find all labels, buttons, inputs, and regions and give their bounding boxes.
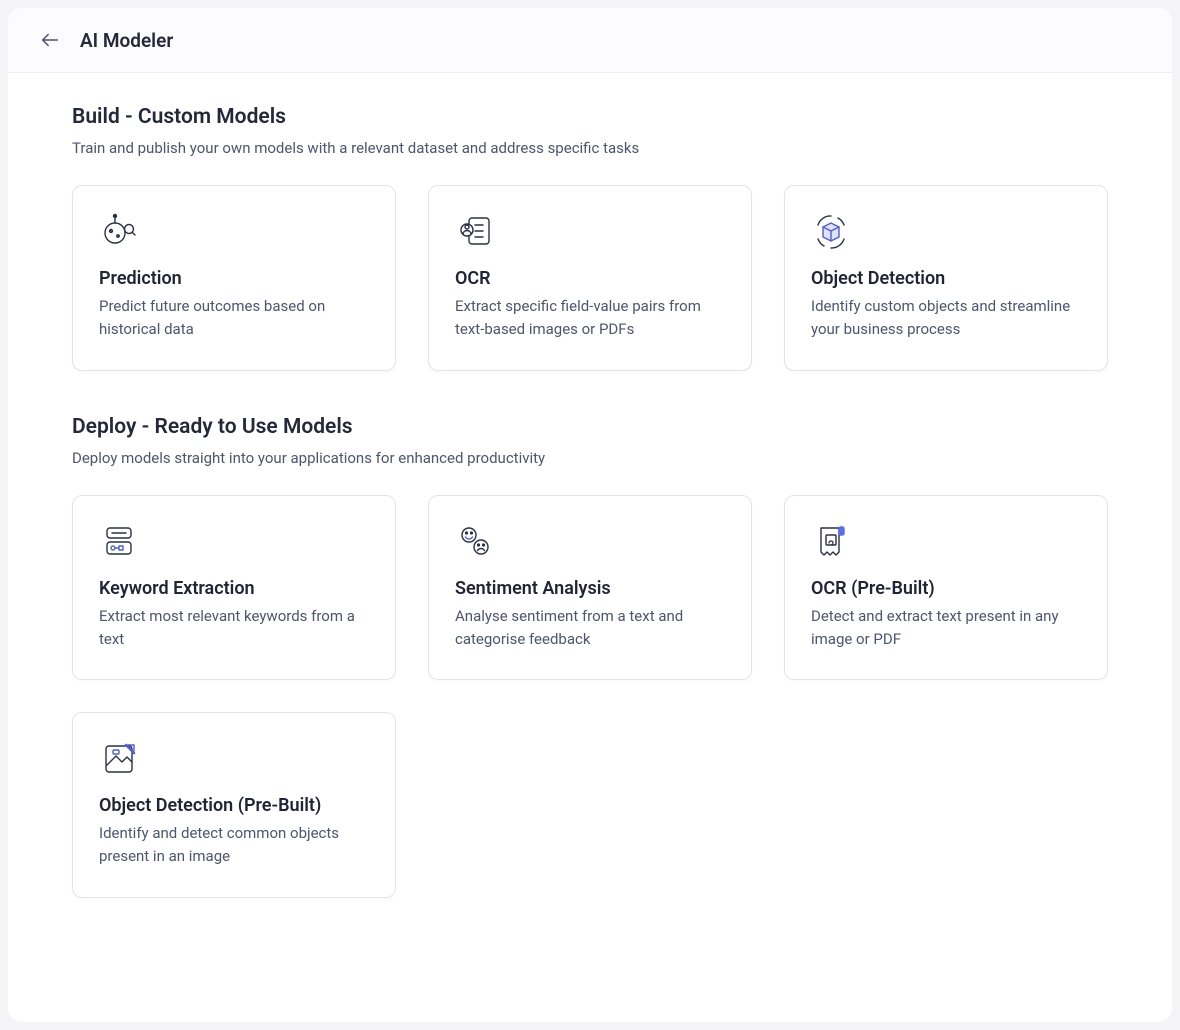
- card-object-detection[interactable]: Object Detection Identify custom objects…: [784, 185, 1108, 371]
- sentiment-icon: [455, 522, 495, 562]
- card-object-detection-prebuilt-desc: Identify and detect common objects prese…: [99, 822, 369, 869]
- section-deploy: Deploy - Ready to Use Models Deploy mode…: [72, 415, 1108, 898]
- build-card-grid: Prediction Predict future outcomes based…: [72, 185, 1108, 371]
- card-prediction[interactable]: Prediction Predict future outcomes based…: [72, 185, 396, 371]
- card-keyword-extraction[interactable]: Keyword Extraction Extract most relevant…: [72, 495, 396, 681]
- arrow-left-icon: [39, 29, 61, 51]
- ocr-prebuilt-icon: [811, 522, 851, 562]
- keyword-extraction-icon: [99, 522, 139, 562]
- card-ocr-prebuilt-desc: Detect and extract text present in any i…: [811, 605, 1081, 652]
- card-keyword-title: Keyword Extraction: [99, 578, 369, 599]
- content: Build - Custom Models Train and publish …: [8, 73, 1172, 974]
- card-ocr-title: OCR: [455, 268, 725, 289]
- card-keyword-desc: Extract most relevant keywords from a te…: [99, 605, 369, 652]
- section-build-title: Build - Custom Models: [72, 105, 1108, 129]
- card-object-detection-prebuilt-title: Object Detection (Pre-Built): [99, 795, 369, 816]
- page-container: AI Modeler Build - Custom Models Train a…: [8, 8, 1172, 1022]
- card-sentiment-desc: Analyse sentiment from a text and catego…: [455, 605, 725, 652]
- card-sentiment-analysis[interactable]: Sentiment Analysis Analyse sentiment fro…: [428, 495, 752, 681]
- section-build: Build - Custom Models Train and publish …: [72, 105, 1108, 371]
- object-detection-prebuilt-icon: [99, 739, 139, 779]
- deploy-card-grid: Keyword Extraction Extract most relevant…: [72, 495, 1108, 898]
- prediction-icon: [99, 212, 139, 252]
- object-detection-icon: [811, 212, 851, 252]
- section-deploy-subtitle: Deploy models straight into your applica…: [72, 449, 1108, 467]
- page-title: AI Modeler: [80, 29, 173, 52]
- section-deploy-title: Deploy - Ready to Use Models: [72, 415, 1108, 439]
- card-ocr[interactable]: OCR Extract specific field-value pairs f…: [428, 185, 752, 371]
- card-ocr-prebuilt[interactable]: OCR (Pre-Built) Detect and extract text …: [784, 495, 1108, 681]
- card-sentiment-title: Sentiment Analysis: [455, 578, 725, 599]
- card-object-detection-title: Object Detection: [811, 268, 1081, 289]
- section-build-subtitle: Train and publish your own models with a…: [72, 139, 1108, 157]
- card-object-detection-desc: Identify custom objects and streamline y…: [811, 295, 1081, 342]
- card-prediction-desc: Predict future outcomes based on histori…: [99, 295, 369, 342]
- card-object-detection-prebuilt[interactable]: Object Detection (Pre-Built) Identify an…: [72, 712, 396, 898]
- card-prediction-title: Prediction: [99, 268, 369, 289]
- card-ocr-prebuilt-title: OCR (Pre-Built): [811, 578, 1081, 599]
- ocr-icon: [455, 212, 495, 252]
- card-ocr-desc: Extract specific field-value pairs from …: [455, 295, 725, 342]
- header: AI Modeler: [8, 8, 1172, 73]
- back-button[interactable]: [36, 26, 64, 54]
